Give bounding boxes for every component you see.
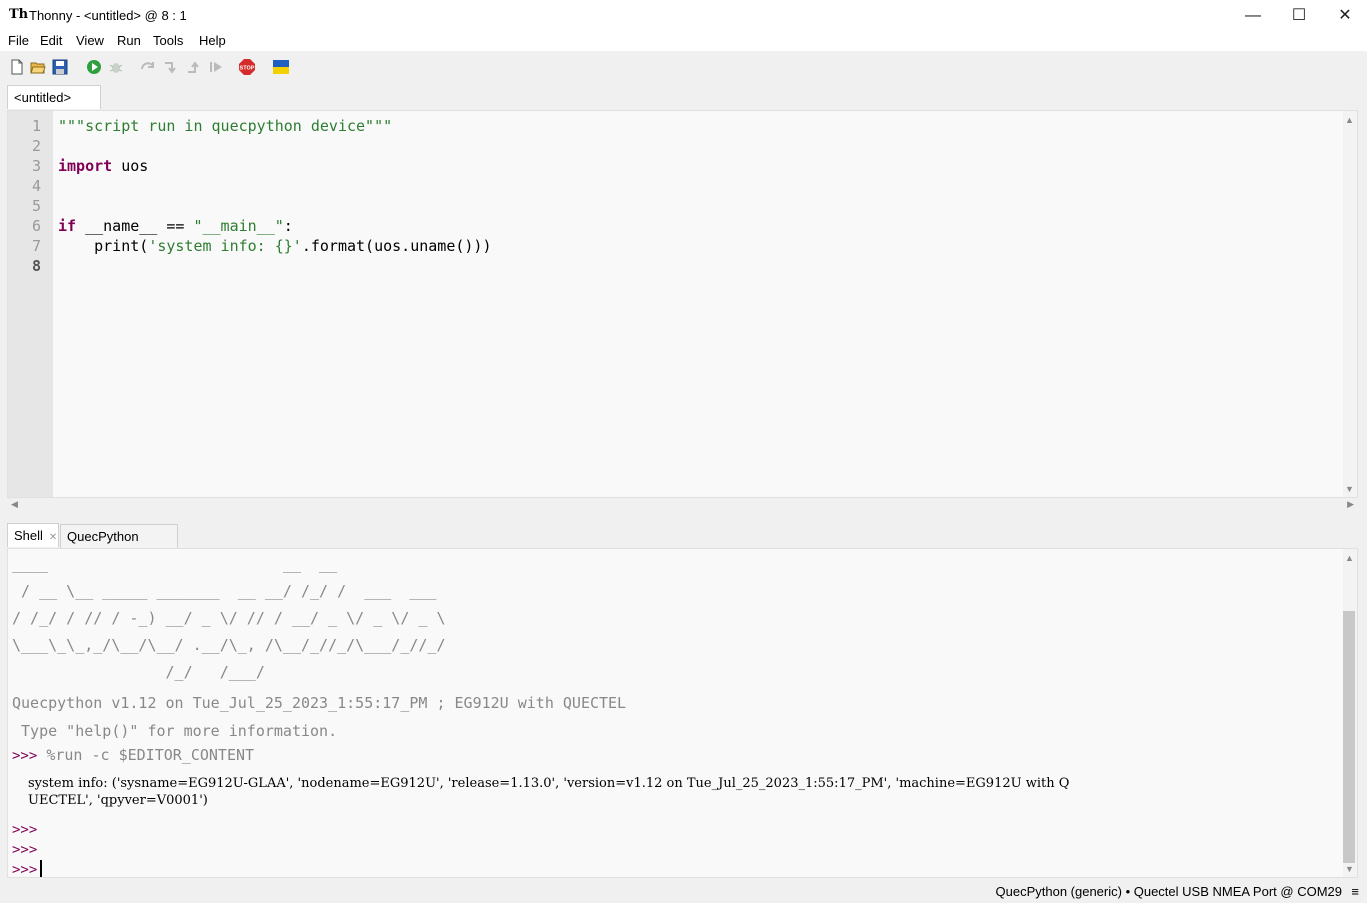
- line-number: 4: [31, 177, 41, 195]
- maximize-button[interactable]: ☐: [1276, 0, 1322, 31]
- shell-prompt: >>>: [12, 842, 38, 858]
- shell-vertical-scrollbar[interactable]: ▲ ▼: [1343, 549, 1357, 877]
- run-command-line: >>> %run -c $EDITOR_CONTENT: [12, 746, 254, 764]
- banner-line: / __ \__ _____ _______ __ __/ /_/ / ___ …: [12, 582, 437, 600]
- version-line: Quecpython v1.12 on Tue_Jul_25_2023_1:55…: [12, 694, 627, 712]
- shell-prompt: >>>: [12, 748, 38, 764]
- line-number: 1: [31, 117, 41, 135]
- close-window-button[interactable]: ✕: [1322, 0, 1367, 31]
- line-number: 3: [31, 157, 41, 175]
- line-number-gutter: 1 2 3 4 5 6 7 8: [8, 111, 53, 497]
- output-line: system info: ('sysname=EG912U-GLAA', 'no…: [28, 776, 1070, 791]
- banner-line: /_/ /___/: [12, 663, 265, 681]
- tab-shell[interactable]: Shell ✕: [7, 523, 59, 547]
- status-menu-icon[interactable]: ≡: [1351, 884, 1359, 899]
- line-number: 5: [31, 197, 41, 215]
- banner-line: \___\_\_,_/\__/\__/ .__/\_, /\__/_//_/\_…: [12, 636, 446, 654]
- stop-label: STOP: [240, 66, 255, 72]
- shell-scroll-thumb[interactable]: [1343, 611, 1355, 863]
- code-line: print('system info: {}'.format(uos.uname…: [58, 237, 492, 255]
- scroll-down-icon[interactable]: ▼: [1345, 864, 1354, 874]
- resume-icon[interactable]: [208, 59, 224, 75]
- line-number-current: 8: [31, 257, 41, 275]
- status-bar: QuecPython (generic) • Quectel USB NMEA …: [0, 880, 1367, 903]
- scroll-up-icon[interactable]: ▲: [1345, 115, 1354, 125]
- code-line: if __name__ == "__main__":: [58, 217, 293, 235]
- line-number: 6: [31, 217, 41, 235]
- ukraine-flag-icon[interactable]: [273, 59, 289, 75]
- code-line: """script run in quecpython device""": [58, 116, 392, 136]
- banner-line: / /_/ / // / -_) __/ _ \/ // / __/ _ \/ …: [12, 609, 446, 627]
- step-over-icon[interactable]: [140, 59, 156, 75]
- line-number: 7: [31, 237, 41, 255]
- text-cursor: [40, 860, 43, 877]
- run-icon[interactable]: [86, 59, 102, 75]
- menu-tools[interactable]: Tools: [153, 33, 183, 48]
- window-title: Thonny - <untitled> @ 8 : 1: [29, 8, 187, 23]
- scroll-left-icon[interactable]: ◀: [11, 499, 18, 510]
- output-line: UECTEL', 'qpyver=V0001'): [28, 793, 208, 808]
- shell-prompt: >>>: [12, 862, 38, 878]
- shell-prompt: >>>: [12, 822, 38, 838]
- menu-bar: File Edit View Run Tools Help: [0, 31, 1367, 51]
- run-command: %run -c $EDITOR_CONTENT: [37, 746, 255, 764]
- save-icon[interactable]: [52, 59, 68, 75]
- keyword-token: import: [58, 157, 113, 175]
- menu-run[interactable]: Run: [117, 33, 141, 48]
- tab-shell-label: Shell: [14, 528, 43, 543]
- editor-vertical-scrollbar[interactable]: ▲ ▼: [1343, 111, 1357, 497]
- toolbar: STOP: [0, 51, 1367, 83]
- shell-console[interactable]: ____ __ __ / __ \__ _____ _______ __ __/…: [7, 548, 1358, 878]
- tab-untitled[interactable]: <untitled> *✕: [7, 85, 101, 129]
- minimize-button[interactable]: —: [1230, 0, 1276, 31]
- menu-view[interactable]: View: [76, 33, 104, 48]
- tab-quecpython-kits[interactable]: QuecPython Kits✕: [60, 524, 178, 568]
- shell-input-line[interactable]: >>>: [12, 860, 43, 878]
- help-line: Type "help()" for more information.: [12, 722, 338, 740]
- keyword-token: if: [58, 217, 77, 235]
- debug-icon[interactable]: [108, 59, 124, 75]
- step-out-icon[interactable]: [186, 59, 202, 75]
- stop-icon[interactable]: STOP: [239, 59, 255, 75]
- scroll-up-icon[interactable]: ▲: [1345, 553, 1354, 563]
- menu-edit[interactable]: Edit: [40, 33, 62, 48]
- string-token: "__main__": [193, 217, 284, 235]
- menu-help[interactable]: Help: [199, 33, 226, 48]
- editor-tab-bar: <untitled> *✕: [0, 83, 1367, 129]
- bottom-tab-bar: Shell ✕ QuecPython Kits✕: [0, 522, 1367, 568]
- thonny-app-icon: Th: [9, 7, 29, 22]
- tab-close-icon[interactable]: ✕: [49, 532, 57, 543]
- docstring-token: """script run in quecpython device""": [58, 117, 393, 135]
- interpreter-status[interactable]: QuecPython (generic) • Quectel USB NMEA …: [996, 884, 1343, 899]
- scroll-down-icon[interactable]: ▼: [1345, 484, 1354, 494]
- banner-line: ____ __ __: [12, 555, 338, 573]
- step-into-icon[interactable]: [163, 59, 179, 75]
- code-editor[interactable]: 1 2 3 4 5 6 7 8 """script run in quecpyt…: [7, 110, 1358, 498]
- open-file-icon[interactable]: [30, 59, 46, 75]
- line-number: 2: [31, 137, 41, 155]
- menu-file[interactable]: File: [8, 33, 29, 48]
- code-line: import uos: [58, 157, 149, 175]
- string-token: 'system info: {}': [148, 237, 302, 255]
- new-file-icon[interactable]: [9, 59, 25, 75]
- title-bar: Th Thonny - <untitled> @ 8 : 1 — ☐ ✕: [0, 0, 1367, 31]
- editor-horizontal-scrollbar[interactable]: ◀ ▶: [7, 498, 1358, 512]
- scroll-right-icon[interactable]: ▶: [1347, 499, 1354, 510]
